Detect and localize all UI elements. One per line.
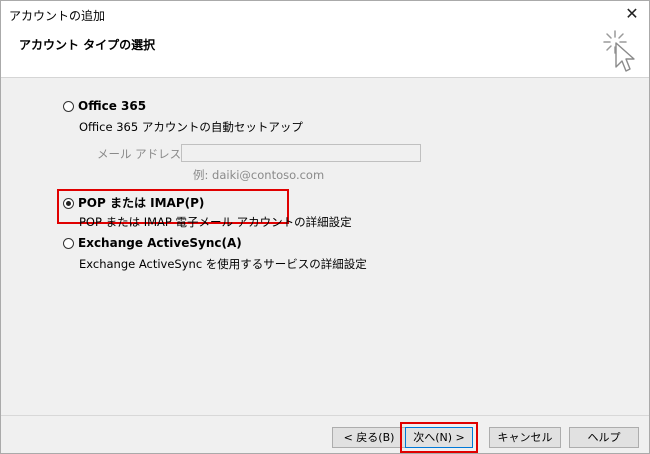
exchange-radio[interactable]: [63, 238, 74, 249]
back-button[interactable]: < 戻る(B): [332, 427, 406, 448]
option-pop-imap[interactable]: POP または IMAP(P) POP または IMAP 電子メール アカウント…: [63, 194, 352, 229]
email-example: 例: daiki@contoso.com: [193, 168, 325, 182]
close-icon[interactable]: ✕: [621, 3, 643, 25]
cancel-button[interactable]: キャンセル: [489, 427, 561, 448]
exchange-description: Exchange ActiveSync を使用するサービスの詳細設定: [79, 257, 367, 271]
window-title: アカウントの追加: [9, 9, 106, 23]
option-exchange-activesync[interactable]: Exchange ActiveSync(A) Exchange ActiveSy…: [63, 236, 367, 271]
title-bar: アカウントの追加 ✕: [1, 1, 649, 27]
add-account-dialog: アカウントの追加 ✕ アカウント タイプの選択 Office 365 Offic…: [0, 0, 650, 454]
office365-description: Office 365 アカウントの自動セットアップ: [79, 120, 303, 134]
office365-radio[interactable]: [63, 101, 74, 112]
exchange-label: Exchange ActiveSync(A): [78, 236, 242, 250]
help-button[interactable]: ヘルプ: [569, 427, 639, 448]
page-title: アカウント タイプの選択: [19, 38, 156, 52]
wizard-cursor-icon: [603, 30, 635, 72]
footer-divider: [1, 415, 649, 416]
pop-imap-description: POP または IMAP 電子メール アカウントの詳細設定: [79, 215, 352, 229]
email-input[interactable]: [181, 144, 421, 162]
pop-imap-radio[interactable]: [63, 198, 74, 209]
option-office365[interactable]: Office 365 Office 365 アカウントの自動セットアップ: [63, 99, 303, 134]
next-highlight-box: [400, 422, 478, 453]
account-type-options: Office 365 Office 365 アカウントの自動セットアップ メール…: [1, 78, 649, 418]
wizard-header: アカウント タイプの選択: [1, 27, 649, 78]
office365-label: Office 365: [78, 99, 147, 113]
pop-imap-label: POP または IMAP(P): [78, 196, 205, 210]
